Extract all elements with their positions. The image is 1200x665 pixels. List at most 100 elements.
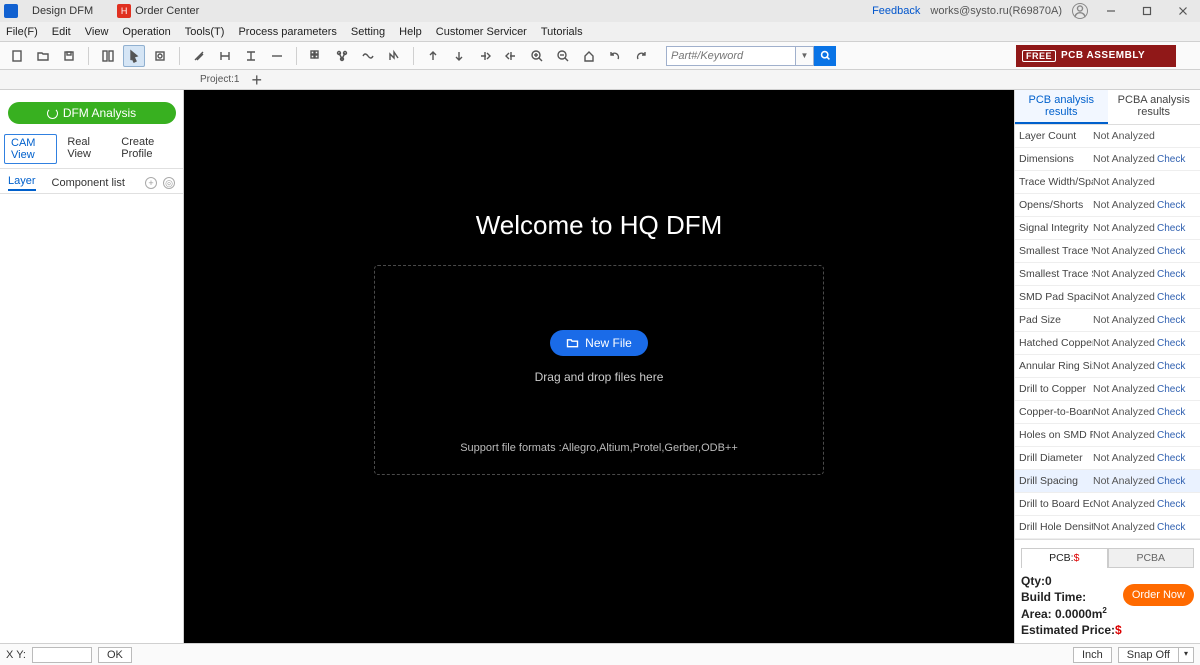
project-tab-1[interactable]: Project:1	[200, 74, 239, 85]
menu-tools[interactable]: Tools(T)	[185, 26, 225, 38]
create-profile-tab[interactable]: Create Profile	[115, 134, 179, 164]
analysis-row[interactable]: DimensionsNot AnalyzedCheck	[1015, 148, 1200, 171]
check-link[interactable]: Check	[1157, 430, 1185, 441]
analysis-row[interactable]: Drill DiameterNot AnalyzedCheck	[1015, 447, 1200, 470]
real-view-tab[interactable]: Real View	[61, 134, 111, 164]
analysis-row[interactable]: Holes on SMD PaNot AnalyzedCheck	[1015, 424, 1200, 447]
tool-up-icon[interactable]	[422, 45, 444, 67]
tool-in-icon[interactable]	[474, 45, 496, 67]
tool-line-icon[interactable]	[266, 45, 288, 67]
analysis-row[interactable]: Drill Hole DensitNot AnalyzedCheck	[1015, 516, 1200, 539]
tool-home-icon[interactable]	[578, 45, 600, 67]
analysis-row[interactable]: Drill to Board EdNot AnalyzedCheck	[1015, 493, 1200, 516]
analysis-row[interactable]: Copper-to-BoardNot AnalyzedCheck	[1015, 401, 1200, 424]
menu-view[interactable]: View	[85, 26, 109, 38]
menu-help[interactable]: Help	[399, 26, 422, 38]
order-tab-pcb[interactable]: PCB:$	[1021, 548, 1108, 568]
check-link[interactable]: Check	[1157, 476, 1185, 487]
add-project-icon[interactable]: +	[251, 73, 262, 87]
tab-design-dfm[interactable]: Design DFM	[24, 3, 101, 19]
menu-operation[interactable]: Operation	[122, 26, 170, 38]
dropzone[interactable]: New File Drag and drop files here Suppor…	[374, 265, 824, 475]
component-list-tab[interactable]: Component list	[52, 177, 125, 189]
search-input[interactable]	[666, 46, 796, 66]
tool-redo-icon[interactable]	[630, 45, 652, 67]
analysis-row[interactable]: Signal IntegrityNot AnalyzedCheck	[1015, 217, 1200, 240]
tool-dim2-icon[interactable]	[240, 45, 262, 67]
analysis-row[interactable]: Hatched CopperNot AnalyzedCheck	[1015, 332, 1200, 355]
new-file-button[interactable]: New File	[550, 330, 648, 356]
close-button[interactable]	[1170, 1, 1196, 21]
cam-view-tab[interactable]: CAM View	[4, 134, 57, 164]
dfm-analysis-button[interactable]: DFM Analysis	[8, 102, 176, 124]
tool-sig-icon[interactable]	[383, 45, 405, 67]
search-dropdown-icon[interactable]: ▼	[796, 46, 814, 66]
tab-pcb-results[interactable]: PCB analysis results	[1015, 90, 1108, 124]
check-link[interactable]: Check	[1157, 522, 1185, 533]
tool-node-icon[interactable]	[331, 45, 353, 67]
snap-dropdown-icon[interactable]: ▾	[1179, 647, 1194, 663]
analysis-row[interactable]: Opens/ShortsNot AnalyzedCheck	[1015, 194, 1200, 217]
analysis-row[interactable]: Drill to CopperNot AnalyzedCheck	[1015, 378, 1200, 401]
tool-measure-icon[interactable]	[188, 45, 210, 67]
menu-customer[interactable]: Customer Servicer	[436, 26, 527, 38]
check-link[interactable]: Check	[1157, 200, 1185, 211]
feedback-link[interactable]: Feedback	[872, 5, 920, 17]
tool-object-icon[interactable]	[149, 45, 171, 67]
order-now-button[interactable]: Order Now	[1123, 584, 1194, 606]
analysis-row[interactable]: Drill SpacingNot AnalyzedCheck	[1015, 470, 1200, 493]
tool-wave-icon[interactable]	[357, 45, 379, 67]
user-icon[interactable]	[1072, 3, 1088, 19]
analysis-row[interactable]: SMD Pad SpacingNot AnalyzedCheck	[1015, 286, 1200, 309]
tool-zoom-out-icon[interactable]	[552, 45, 574, 67]
tool-undo-icon[interactable]	[604, 45, 626, 67]
analysis-row[interactable]: Annular Ring SizeNot AnalyzedCheck	[1015, 355, 1200, 378]
tool-dim1-icon[interactable]	[214, 45, 236, 67]
tool-zoom-in-icon[interactable]	[526, 45, 548, 67]
xy-input[interactable]	[32, 647, 92, 663]
check-link[interactable]: Check	[1157, 361, 1185, 372]
maximize-button[interactable]	[1134, 1, 1160, 21]
units-button[interactable]: Inch	[1073, 647, 1112, 663]
assembly-banner[interactable]: FREE PCB ASSEMBLY	[1016, 45, 1176, 67]
check-link[interactable]: Check	[1157, 338, 1185, 349]
check-link[interactable]: Check	[1157, 269, 1185, 280]
tab-pcba-results[interactable]: PCBA analysis results	[1108, 90, 1200, 124]
check-link[interactable]: Check	[1157, 499, 1185, 510]
menu-file[interactable]: File(F)	[6, 26, 38, 38]
order-tab-pcba[interactable]: PCBA	[1108, 548, 1195, 568]
tool-open-icon[interactable]	[32, 45, 54, 67]
analysis-row[interactable]: Smallest Trace SpNot AnalyzedCheck	[1015, 263, 1200, 286]
check-link[interactable]: Check	[1157, 453, 1185, 464]
analysis-row[interactable]: Layer CountNot Analyzed	[1015, 125, 1200, 148]
check-link[interactable]: Check	[1157, 246, 1185, 257]
add-layer-icon[interactable]: +	[145, 177, 157, 189]
analysis-row[interactable]: Pad SizeNot AnalyzedCheck	[1015, 309, 1200, 332]
ok-button[interactable]: OK	[98, 647, 132, 663]
check-link[interactable]: Check	[1157, 292, 1185, 303]
tool-save-icon[interactable]	[58, 45, 80, 67]
analysis-row[interactable]: Trace Width/SpaNot Analyzed	[1015, 171, 1200, 194]
tool-out-icon[interactable]	[500, 45, 522, 67]
check-link[interactable]: Check	[1157, 223, 1185, 234]
tool-grid-icon[interactable]	[305, 45, 327, 67]
menu-setting[interactable]: Setting	[351, 26, 385, 38]
tab-order-center[interactable]: HOrder Center	[109, 2, 207, 20]
tool-down-icon[interactable]	[448, 45, 470, 67]
check-link[interactable]: Check	[1157, 154, 1185, 165]
minimize-button[interactable]	[1098, 1, 1124, 21]
menu-edit[interactable]: Edit	[52, 26, 71, 38]
tool-layout1-icon[interactable]	[97, 45, 119, 67]
check-link[interactable]: Check	[1157, 407, 1185, 418]
analysis-row[interactable]: Smallest Trace WNot AnalyzedCheck	[1015, 240, 1200, 263]
tool-new-icon[interactable]	[6, 45, 28, 67]
search-button[interactable]	[814, 46, 836, 66]
layer-tab[interactable]: Layer	[8, 175, 36, 191]
menu-process[interactable]: Process parameters	[238, 26, 336, 38]
check-link[interactable]: Check	[1157, 384, 1185, 395]
check-link[interactable]: Check	[1157, 315, 1185, 326]
snap-button[interactable]: Snap Off	[1118, 647, 1179, 663]
target-icon[interactable]: ◎	[163, 177, 175, 189]
tool-pointer-icon[interactable]	[123, 45, 145, 67]
menu-tutorials[interactable]: Tutorials	[541, 26, 583, 38]
